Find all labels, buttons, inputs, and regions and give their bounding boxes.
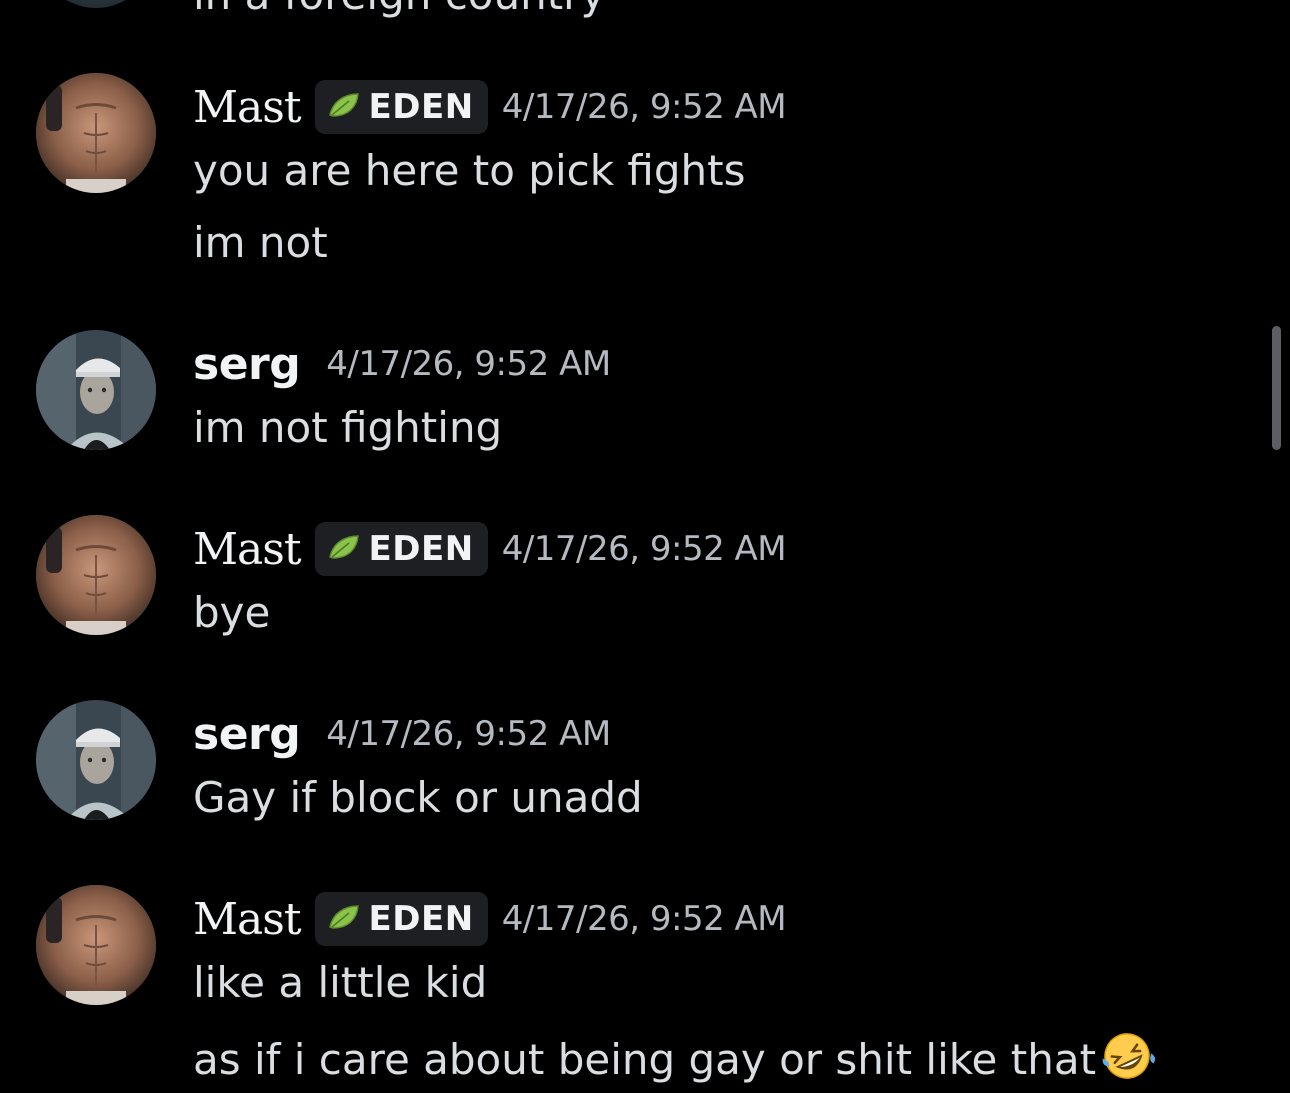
leaf-icon xyxy=(327,91,361,123)
username[interactable]: serg xyxy=(193,339,301,390)
guild-tag-label: EDEN xyxy=(368,87,474,127)
message-text: bye xyxy=(193,588,271,637)
timestamp[interactable]: 4/17/26, 9:52 AM xyxy=(326,714,611,754)
timestamp[interactable]: 4/17/26, 9:52 AM xyxy=(502,87,787,127)
avatar-serg[interactable] xyxy=(36,700,156,820)
avatar-serg[interactable] xyxy=(36,330,156,450)
avatar-previous[interactable] xyxy=(36,0,156,8)
message-header: Mast EDEN 4/17/26, 9:52 AM xyxy=(193,519,787,579)
message-text: like a little kid xyxy=(193,958,488,1007)
leaf-icon xyxy=(327,533,361,565)
message-text: you are here to pick fights xyxy=(193,146,746,195)
timestamp[interactable]: 4/17/26, 9:52 AM xyxy=(326,344,611,384)
timestamp[interactable]: 4/17/26, 9:52 AM xyxy=(502,529,787,569)
avatar-mast[interactable] xyxy=(36,885,156,1005)
avatar-mast[interactable] xyxy=(36,515,156,635)
username[interactable]: Mast xyxy=(193,894,302,945)
message-header: serg 4/17/26, 9:52 AM xyxy=(193,334,611,394)
message-header: Mast EDEN 4/17/26, 9:52 AM xyxy=(193,77,787,137)
guild-tag-label: EDEN xyxy=(368,899,474,939)
message-text-line: as if i care about being gay or shit lik… xyxy=(193,1030,1156,1093)
username[interactable]: Mast xyxy=(193,524,302,575)
timestamp[interactable]: 4/17/26, 9:52 AM xyxy=(502,899,787,939)
message-text: im not fighting xyxy=(193,403,503,452)
username[interactable]: serg xyxy=(193,709,301,760)
guild-tag-label: EDEN xyxy=(368,529,474,569)
message-text: im not xyxy=(193,218,328,267)
leaf-icon xyxy=(327,903,361,935)
message-text-cutoff: in a foreign country xyxy=(193,0,605,16)
guild-tag-badge[interactable]: EDEN xyxy=(314,522,488,576)
rolling-on-floor-laughing-icon xyxy=(1098,1030,1156,1093)
message-header: Mast EDEN 4/17/26, 9:52 AM xyxy=(193,889,787,949)
scrollbar-thumb[interactable] xyxy=(1272,326,1281,450)
guild-tag-badge[interactable]: EDEN xyxy=(314,892,488,946)
guild-tag-badge[interactable]: EDEN xyxy=(314,80,488,134)
message-text: Gay if block or unadd xyxy=(193,773,643,822)
message-header: serg 4/17/26, 9:52 AM xyxy=(193,704,611,764)
message-text: as if i care about being gay or shit lik… xyxy=(193,1035,1097,1084)
avatar-mast[interactable] xyxy=(36,73,156,193)
username[interactable]: Mast xyxy=(193,82,302,133)
